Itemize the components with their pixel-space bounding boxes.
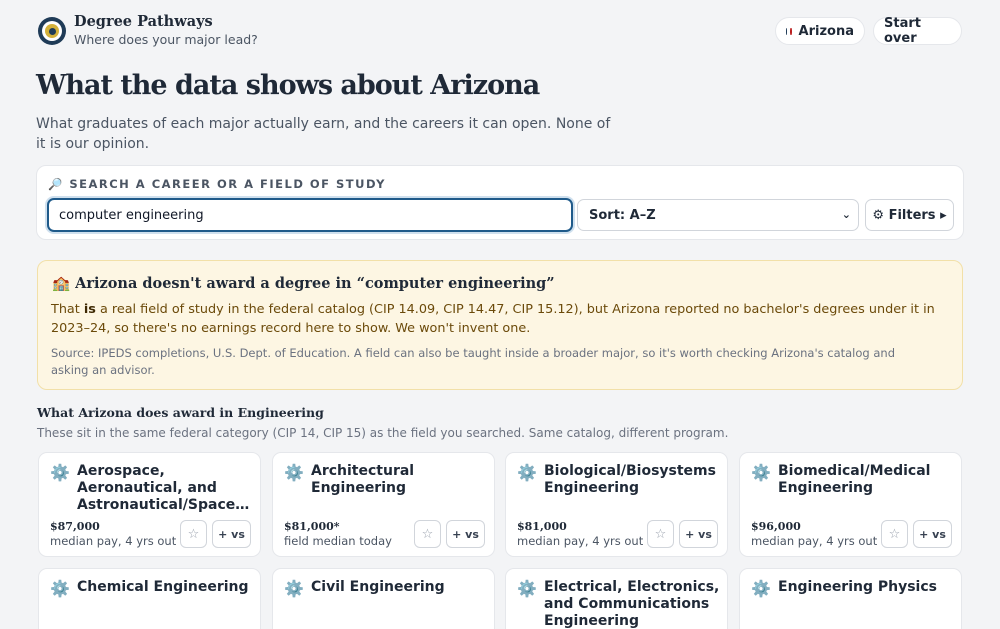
program-card[interactable]: ⚙️ Engineering Physics [739,568,962,629]
program-name: Aerospace, Aeronautical, and Astronautic… [77,463,250,513]
gear-icon: ⚙️ [284,579,304,598]
program-pay: $87,000 [50,520,100,533]
gear-icon: ⚙️ [50,463,70,482]
sort-select[interactable]: Sort: A–Z ⌄ [577,199,859,231]
notice-source: Source: IPEDS completions, U.S. Dept. of… [51,346,896,377]
gear-icon: ⚙️ [50,579,70,598]
program-card[interactable]: ⚙️ Electrical, Electronics, and Communic… [505,568,728,629]
compare-button[interactable]: + vs [212,520,251,548]
program-pay: $96,000 [751,520,801,533]
program-name: Biological/Biosystems Engineering [544,463,716,496]
magnifier-icon: 🔎 [48,177,70,191]
brand-subtitle: Where does your major lead? [74,32,258,47]
program-name: Biomedical/Medical Engineering [778,463,931,496]
program-card[interactable]: ⚙️ Architectural Engineering $81,000* fi… [272,452,495,557]
program-name: Engineering Physics [778,579,937,595]
state-selector-button[interactable]: Arizona [775,17,865,45]
program-pay-note: median pay, 4 yrs out [751,534,878,548]
program-name: Civil Engineering [311,579,445,595]
chevron-down-icon: ⌄ [841,208,851,221]
sort-value: Sort: A–Z [589,207,656,223]
program-name: Chemical Engineering [77,579,249,595]
notice-body-text: That [51,302,84,317]
notice-body: That is a real field of study in the fed… [51,300,951,338]
compare-button[interactable]: + vs [679,520,718,548]
no-degree-notice: 🏫 Arizona doesn't award a degree in “com… [37,260,963,390]
compare-button[interactable]: + vs [446,520,485,548]
program-pay: $81,000 [517,520,567,533]
program-card[interactable]: ⚙️ Civil Engineering [272,568,495,629]
gear-icon: ⚙️ [284,463,304,482]
program-card[interactable]: ⚙️ Biological/Biosystems Engineering $81… [505,452,728,557]
favorite-star-button[interactable]: ☆ [414,520,441,548]
search-panel: 🔎 SEARCH A CAREER OR A FIELD OF STUDY So… [36,165,964,240]
search-label-text: SEARCH A CAREER OR A FIELD OF STUDY [69,177,387,191]
favorite-star-button[interactable]: ☆ [881,520,908,548]
gear-icon: ⚙️ [517,463,537,482]
state-flag-dot-icon [786,27,788,35]
program-card[interactable]: ⚙️ Chemical Engineering [38,568,261,629]
program-pay-note: median pay, 4 yrs out [50,534,177,548]
state-label: Arizona [798,23,854,39]
page-title: What the data shows about Arizona [36,70,540,101]
filters-button[interactable]: ⚙ Filters ▸ [865,199,954,231]
gear-icon: ⚙️ [751,463,771,482]
state-flag-dot-icon [790,27,792,35]
start-over-button[interactable]: Start over [873,16,962,46]
page-intro: What graduates of each major actually ea… [36,116,611,152]
brand-title: Degree Pathways [74,13,213,30]
favorite-star-button[interactable]: ☆ [180,520,207,548]
program-name: Electrical, Electronics, and Communicati… [544,579,720,629]
gear-icon: ⚙️ [517,579,537,598]
program-name: Architectural Engineering [311,463,415,496]
program-pay-note: field median today [284,534,392,548]
favorite-star-button[interactable]: ☆ [647,520,674,548]
app-header: Degree Pathways Where does your major le… [38,12,962,52]
program-card[interactable]: ⚙️ Biomedical/Medical Engineering $96,00… [739,452,962,557]
notice-body-text: a real field of study in the federal cat… [51,302,935,336]
search-input[interactable] [47,198,573,232]
gear-icon: ⚙️ [751,579,771,598]
compare-button[interactable]: + vs [913,520,952,548]
section-subtitle: These sit in the same federal category (… [37,426,729,440]
program-pay: $81,000* [284,520,340,533]
notice-body-emphasis: is [83,302,96,317]
program-card[interactable]: ⚙️ Aerospace, Aeronautical, and Astronau… [38,452,261,557]
section-title: What Arizona does award in Engineering [37,405,324,420]
notice-title: 🏫 Arizona doesn't award a degree in “com… [52,275,555,292]
search-label: 🔎 SEARCH A CAREER OR A FIELD OF STUDY [48,177,386,191]
target-logo-icon [38,17,66,45]
program-pay-note: median pay, 4 yrs out [517,534,644,548]
